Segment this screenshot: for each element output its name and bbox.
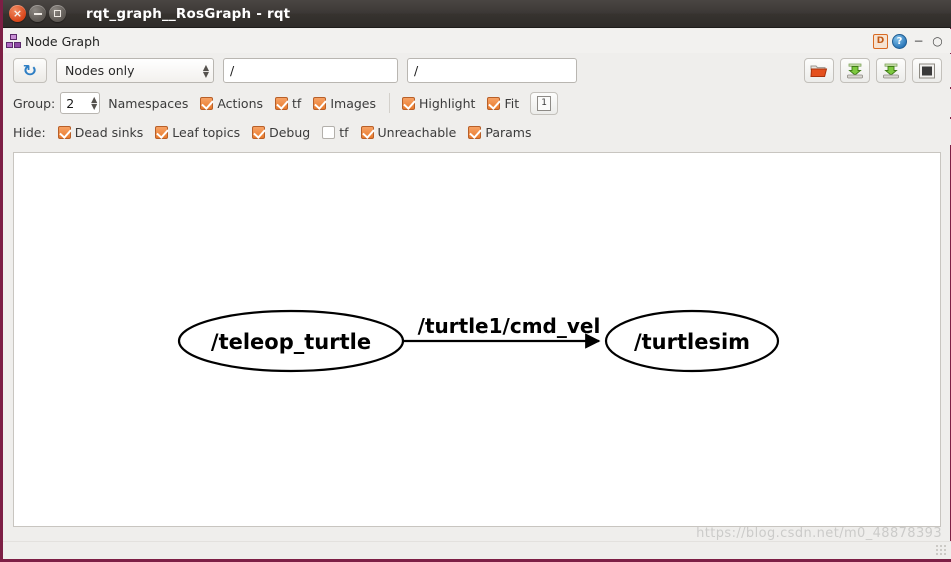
filter-exclude-input[interactable]: / — [407, 58, 577, 83]
checkbox-tf-box[interactable] — [275, 96, 289, 110]
panel-header-actions: D ? − ○ — [873, 33, 951, 49]
checkbox-hide-unreachable-label: Unreachable — [377, 124, 457, 140]
checkbox-highlight[interactable]: Highlight — [402, 96, 475, 111]
checkbox-tf[interactable]: tf — [275, 96, 301, 111]
window-titlebar: × rqt_graph__RosGraph - rqt — [3, 0, 951, 28]
save-dot-icon — [847, 63, 863, 78]
panel-float-icon[interactable]: D — [873, 33, 888, 49]
toolbar-separator — [389, 93, 390, 113]
window-title: rqt_graph__RosGraph - rqt — [86, 5, 291, 22]
checkbox-hide-dead-sinks-box[interactable] — [57, 125, 71, 139]
checkbox-images-label: Images — [330, 95, 376, 111]
panel-close-icon[interactable]: ○ — [930, 34, 945, 49]
checkbox-highlight-label: Highlight — [419, 95, 476, 111]
fit-in-view-button[interactable] — [912, 58, 942, 83]
minimize-icon — [33, 12, 42, 15]
screenshot-icon — [919, 63, 935, 78]
checkbox-images[interactable]: Images — [313, 96, 376, 111]
checkbox-hide-tf-label: tf — [339, 124, 349, 140]
graph-type-select[interactable]: Nodes only ▲ ▼ — [56, 58, 214, 83]
checkbox-hide-unreachable[interactable]: Unreachable — [360, 124, 457, 140]
panel-minimize-icon[interactable]: − — [911, 34, 926, 49]
toolbar-row-main: ↻ Nodes only ▲ ▼ / / — [3, 54, 951, 87]
maximize-icon — [54, 10, 61, 17]
folder-open-icon — [810, 65, 828, 77]
checkbox-fit[interactable]: Fit — [487, 96, 519, 111]
checkbox-hide-debug-box[interactable] — [252, 125, 266, 139]
refresh-icon: ↻ — [22, 60, 38, 80]
filter-include-input[interactable]: / — [223, 58, 398, 83]
group-value: 2 — [66, 95, 75, 111]
status-bar — [3, 541, 951, 559]
graph-canvas[interactable]: /turtle1/cmd_vel /teleop_turtle /turtles… — [13, 152, 941, 527]
node-graph-icon — [6, 33, 22, 49]
checkbox-hide-debug[interactable]: Debug — [252, 125, 310, 140]
chevron-updown-icon[interactable]: ▲ ▼ — [91, 96, 97, 111]
checkbox-fit-label: Fit — [504, 95, 520, 111]
graph-node-turtlesim-label: /turtlesim — [634, 330, 750, 354]
checkbox-highlight-box[interactable] — [402, 96, 415, 110]
checkbox-hide-leaf-topics[interactable]: Leaf topics — [155, 125, 240, 140]
checkbox-hide-tf-box[interactable] — [322, 125, 336, 139]
panel-title: Node Graph — [25, 33, 100, 49]
help-icon[interactable]: ? — [892, 33, 907, 49]
checkbox-hide-leaf-topics-label: Leaf topics — [172, 124, 241, 140]
checkbox-hide-params[interactable]: Params — [468, 125, 531, 140]
toolbar-row-filters: Group: 2 ▲ ▼ Namespaces Actions tf Images… — [3, 89, 951, 117]
group-spinbox[interactable]: 2 ▲ ▼ — [60, 92, 101, 114]
checkbox-hide-unreachable-box[interactable] — [360, 125, 374, 139]
checkbox-hide-tf[interactable]: tf — [322, 124, 349, 140]
toolbar-actions — [804, 58, 951, 83]
graph-node-teleop-turtle-label: /teleop_turtle — [211, 330, 371, 354]
save-dot-button[interactable] — [840, 58, 870, 83]
zoom-one-to-one-icon: 1 — [537, 95, 552, 111]
resize-grip[interactable] — [935, 544, 947, 556]
graph-type-value: Nodes only — [65, 63, 135, 78]
checkbox-hide-leaf-topics-box[interactable] — [155, 125, 169, 139]
refresh-button[interactable]: ↻ — [13, 58, 47, 83]
checkbox-actions-label: Actions — [217, 95, 264, 111]
chevron-updown-icon: ▲ ▼ — [202, 62, 209, 79]
filter-include-value: / — [230, 63, 235, 78]
toolbar-row-hide: Hide: Dead sinks Leaf topics Debug tf Un… — [3, 119, 951, 145]
close-icon: × — [12, 7, 23, 20]
checkbox-images-box[interactable] — [313, 96, 327, 110]
window-close-button[interactable]: × — [9, 5, 26, 22]
load-dot-button[interactable] — [804, 58, 834, 83]
checkbox-hide-dead-sinks[interactable]: Dead sinks — [57, 124, 144, 140]
checkbox-actions[interactable]: Actions — [200, 96, 263, 111]
checkbox-hide-params-label: Params — [485, 124, 532, 140]
checkbox-tf-label: tf — [292, 95, 302, 111]
checkbox-hide-params-box[interactable] — [468, 125, 482, 139]
checkbox-actions-box[interactable] — [200, 96, 214, 110]
window-minimize-button[interactable] — [29, 5, 46, 22]
filter-exclude-value: / — [414, 63, 419, 78]
namespaces-label: Namespaces — [108, 95, 189, 111]
save-image-button[interactable] — [876, 58, 906, 83]
graph-edge-label: /turtle1/cmd_vel — [418, 314, 601, 338]
node-graph-panel-header: Node Graph D ? − ○ — [3, 29, 951, 53]
window-maximize-button[interactable] — [49, 5, 66, 22]
watermark-text: https://blog.csdn.net/m0_48878393 — [696, 526, 942, 541]
ros-graph-svg: /turtle1/cmd_vel /teleop_turtle /turtles… — [177, 309, 780, 373]
group-label: Group: — [13, 95, 56, 111]
hide-label: Hide: — [13, 124, 46, 140]
zoom-reset-button[interactable]: 1 — [530, 91, 559, 115]
rqt-window: × rqt_graph__RosGraph - rqt Node Graph D… — [0, 0, 951, 562]
checkbox-hide-dead-sinks-label: Dead sinks — [74, 124, 144, 140]
checkbox-hide-debug-label: Debug — [269, 124, 311, 140]
checkbox-fit-box[interactable] — [487, 96, 501, 110]
save-image-icon — [883, 63, 899, 78]
